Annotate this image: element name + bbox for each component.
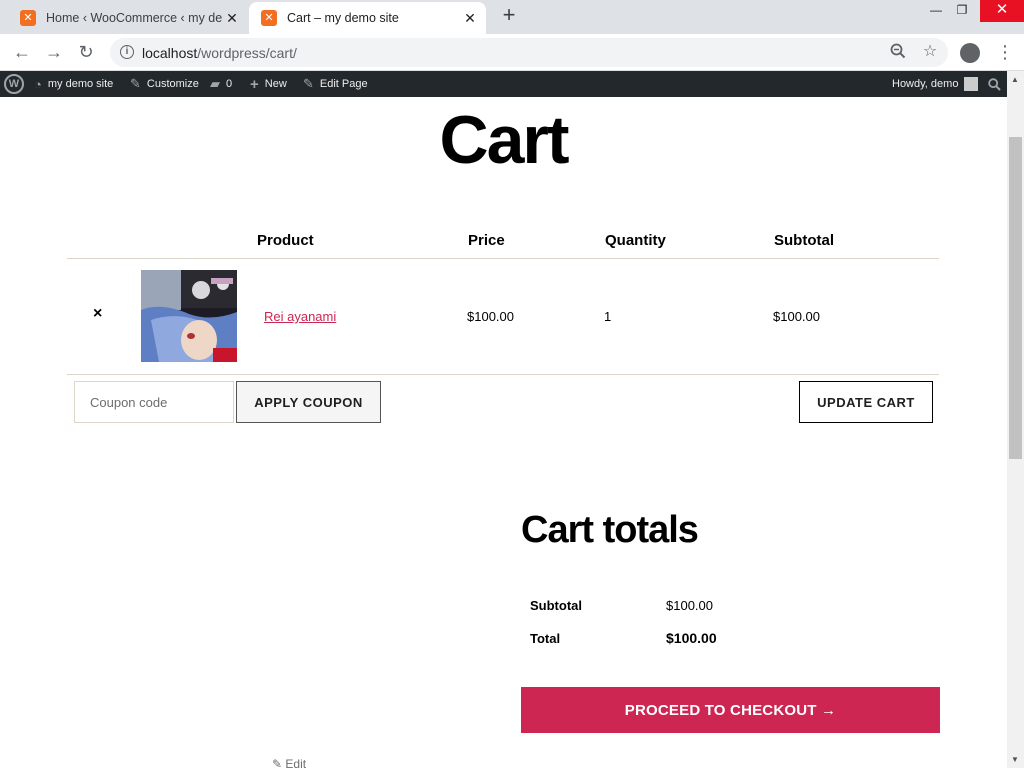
header-subtotal: Subtotal	[774, 232, 834, 249]
tab-home[interactable]: Home ‹ WooCommerce ‹ my demo ✕	[8, 2, 248, 34]
close-window-button[interactable]: ✕	[980, 0, 1024, 22]
admin-customize[interactable]: ✎ Customize	[130, 71, 199, 97]
forward-button[interactable]: →	[42, 41, 66, 65]
header-quantity: Quantity	[605, 232, 666, 249]
customize-label: Customize	[146, 78, 199, 90]
pencil-icon: ✎	[303, 76, 314, 91]
totals-total-label: Total	[530, 631, 561, 646]
admin-search-icon[interactable]	[988, 71, 1001, 97]
scroll-up-arrow-icon[interactable]: ▲	[1011, 75, 1019, 84]
admin-comments[interactable]: ▰ 0	[210, 71, 232, 97]
plus-icon: +	[250, 75, 259, 93]
bookmark-star-icon[interactable]: ☆	[920, 43, 940, 63]
dashboard-icon: ◔	[34, 76, 42, 92]
address-path: /wordpress/cart/	[197, 45, 297, 61]
comments-count: 0	[226, 78, 233, 90]
product-thumbnail[interactable]	[141, 270, 237, 362]
new-tab-button[interactable]: +	[498, 4, 520, 27]
cart-totals-title: Cart totals	[521, 509, 699, 551]
header-divider	[67, 258, 939, 259]
wordpress-logo-icon[interactable]: W	[4, 74, 24, 94]
new-label: New	[264, 78, 287, 90]
howdy-label: Howdy, demo	[892, 78, 959, 90]
remove-item-button[interactable]: ×	[93, 305, 102, 323]
apply-coupon-button[interactable]: APPLY COUPON	[236, 381, 381, 423]
browser-toolbar: ← → ↻ i localhost/wordpress/cart/ ☆ ⋮	[0, 34, 1024, 71]
page-title: Cart	[439, 102, 569, 178]
site-info-icon[interactable]: i	[120, 45, 134, 59]
comment-icon: ▰	[210, 76, 220, 91]
edit-page-label: Edit Page	[319, 78, 368, 90]
totals-total-value: $100.00	[666, 630, 717, 646]
xampp-favicon-icon	[261, 10, 277, 26]
scroll-down-arrow-icon[interactable]: ▼	[1011, 755, 1019, 764]
product-quantity-input[interactable]: 1	[604, 309, 611, 324]
totals-subtotal-label: Subtotal	[530, 598, 582, 613]
admin-edit-page[interactable]: ✎ Edit Page	[303, 71, 368, 97]
tab-cart[interactable]: Cart – my demo site ✕	[249, 2, 486, 34]
site-name-label: my demo site	[47, 78, 114, 90]
brush-icon: ✎	[130, 76, 141, 91]
tab-close-icon[interactable]: ✕	[222, 10, 242, 27]
page-content: Cart Product Price Quantity Subtotal × R…	[0, 97, 1007, 768]
browser-tab-strip: Home ‹ WooCommerce ‹ my demo ✕ Cart – my…	[0, 0, 1024, 34]
user-avatar-icon	[964, 77, 979, 91]
proceed-to-checkout-button[interactable]: PROCEED TO CHECKOUT →	[521, 687, 940, 733]
edit-pencil-icon: ✎	[272, 757, 286, 768]
admin-account[interactable]: Howdy, demo	[892, 71, 979, 97]
reload-button[interactable]: ↻	[74, 41, 98, 65]
browser-menu-icon[interactable]: ⋮	[996, 41, 1014, 65]
page-scrollbar[interactable]: ▲ ▼	[1007, 71, 1024, 768]
wp-admin-bar: W ◔ my demo site ✎ Customize ▰ 0 + New ✎…	[0, 71, 1024, 97]
admin-new[interactable]: + New	[250, 71, 287, 97]
row-divider	[67, 374, 939, 375]
admin-site-name[interactable]: ◔ my demo site	[34, 71, 113, 97]
maximize-window-button[interactable]: ❐	[947, 0, 977, 22]
tab-close-icon[interactable]: ✕	[460, 10, 480, 27]
address-url[interactable]: localhost/wordpress/cart/	[142, 45, 297, 61]
update-cart-button[interactable]: UPDATE CART	[799, 381, 933, 423]
edit-link[interactable]: ✎ Edit	[272, 757, 306, 768]
header-price: Price	[468, 232, 505, 249]
back-button[interactable]: ←	[10, 41, 34, 65]
scroll-thumb[interactable]	[1009, 137, 1022, 459]
product-subtotal: $100.00	[773, 309, 820, 324]
address-bar[interactable]: i localhost/wordpress/cart/ ☆	[110, 38, 948, 67]
xampp-favicon-icon	[20, 10, 36, 26]
edit-label: Edit	[285, 757, 307, 768]
header-product: Product	[257, 232, 314, 249]
tab-title: Home ‹ WooCommerce ‹ my demo	[46, 11, 222, 25]
product-name-link[interactable]: Rei ayanami	[264, 309, 336, 324]
profile-avatar-icon[interactable]	[960, 43, 980, 63]
zoom-icon[interactable]	[888, 43, 908, 63]
tab-title: Cart – my demo site	[287, 11, 399, 25]
product-price: $100.00	[467, 309, 514, 324]
totals-subtotal-value: $100.00	[666, 598, 713, 613]
coupon-code-input[interactable]: Coupon code	[74, 381, 234, 423]
address-host: localhost	[142, 45, 198, 61]
